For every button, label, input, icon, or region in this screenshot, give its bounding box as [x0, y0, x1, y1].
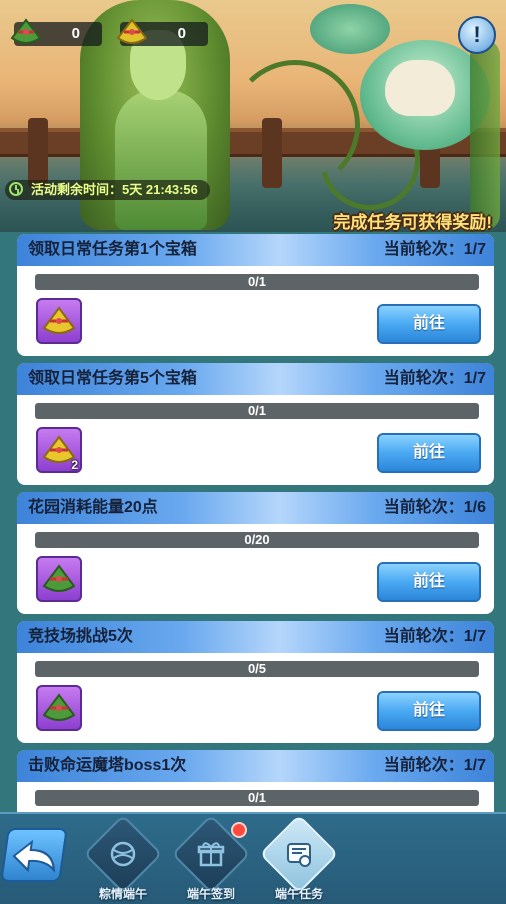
task-round: 当前轮次：1/7 [383, 241, 486, 258]
event-banner: 0 0 ! 活动剩余时间：5天 21:43:56 完成任务可获得奖励! [0, 0, 506, 232]
task-progress-text: 0/5 [247, 661, 267, 676]
green-zongzi-counter: 0 [10, 18, 102, 46]
task-progress-bar: 0/1 [35, 403, 479, 419]
scroll-badge-icon [287, 843, 311, 867]
task-progress-text: 0/1 [247, 274, 267, 289]
gold-zongzi-counter: 0 [116, 18, 208, 46]
back-arrow-icon [12, 839, 56, 874]
task-title: 击败命运魔塔boss1次 [28, 757, 187, 774]
task-title: 领取日常任务第5个宝箱 [28, 370, 197, 387]
task-list[interactable]: 领取日常任务第1个宝箱 当前轮次：1/7 0/1 前往 领取日常任务第5个宝箱 … [0, 232, 506, 812]
bottom-nav: 粽情端午 端午签到 端午任务 [0, 812, 506, 904]
info-button[interactable]: ! [458, 16, 496, 54]
back-button[interactable] [0, 828, 68, 882]
task-progress-bar: 0/5 [35, 661, 479, 677]
notification-badge [231, 822, 247, 838]
task-round: 当前轮次：1/6 [383, 499, 486, 516]
green-zongzi-icon [42, 693, 76, 721]
task-title: 竞技场挑战5次 [28, 628, 133, 645]
reward-qty: 2 [71, 458, 78, 472]
reward-item[interactable] [36, 685, 82, 731]
tab-dragon-boat-festival[interactable]: 粽情端午 [83, 814, 163, 902]
exclamation-icon: ! [473, 22, 481, 47]
banner-leaves [470, 40, 500, 230]
tab-label: 粽情端午 [98, 887, 147, 901]
task-card: 领取日常任务第5个宝箱 当前轮次：1/7 0/1 2 前往 [17, 363, 494, 485]
task-progress-text: 0/1 [247, 790, 267, 805]
timer-label: 活动剩余时间： [31, 182, 123, 197]
clock-icon [9, 182, 23, 196]
task-progress-bar: 0/20 [35, 532, 479, 548]
tab-label: 端午任务 [274, 887, 323, 901]
task-card: 领取日常任务第1个宝箱 当前轮次：1/7 0/1 前往 [17, 234, 494, 356]
event-timer: 活动剩余时间：5天 21:43:56 [5, 180, 210, 200]
gold-zongzi-icon [42, 306, 76, 334]
gold-zongzi-icon [116, 18, 148, 44]
reward-item[interactable]: 2 [36, 427, 82, 473]
reward-item[interactable] [36, 556, 82, 602]
task-round: 当前轮次：1/7 [383, 757, 486, 774]
yarn-ball-icon [110, 841, 136, 867]
task-progress-text: 0/20 [244, 532, 270, 547]
task-progress-bar: 0/1 [35, 790, 479, 806]
green-zongzi-count: 0 [71, 25, 80, 42]
tab-tasks[interactable]: 端午任务 [259, 814, 339, 902]
task-progress-bar: 0/1 [35, 274, 479, 290]
green-zongzi-icon [10, 18, 42, 44]
railing-post [28, 118, 48, 188]
go-button[interactable]: 前往 [377, 691, 481, 731]
task-round: 当前轮次：1/7 [383, 370, 486, 387]
go-button[interactable]: 前往 [377, 562, 481, 602]
task-card: 花园消耗能量20点 当前轮次：1/6 0/20 前往 [17, 492, 494, 614]
tab-check-in[interactable]: 端午签到 [171, 814, 251, 902]
task-title: 花园消耗能量20点 [28, 499, 158, 516]
reward-item[interactable] [36, 298, 82, 344]
task-progress-text: 0/1 [247, 403, 267, 418]
go-button[interactable]: 前往 [377, 304, 481, 344]
green-zongzi-icon [42, 564, 76, 592]
task-card: 竞技场挑战5次 当前轮次：1/7 0/5 前往 [17, 621, 494, 743]
reward-tip: 完成任务可获得奖励! [333, 213, 492, 232]
task-round: 当前轮次：1/7 [383, 628, 486, 645]
task-title: 领取日常任务第1个宝箱 [28, 241, 197, 258]
timer-value: 5天 21:43:56 [122, 182, 198, 197]
go-button[interactable]: 前往 [377, 433, 481, 473]
gold-zongzi-count: 0 [177, 25, 186, 42]
tab-label: 端午签到 [186, 887, 235, 901]
task-card: 击败命运魔塔boss1次 当前轮次：1/7 0/1 前往 [17, 750, 494, 812]
gift-box-icon [197, 842, 225, 867]
